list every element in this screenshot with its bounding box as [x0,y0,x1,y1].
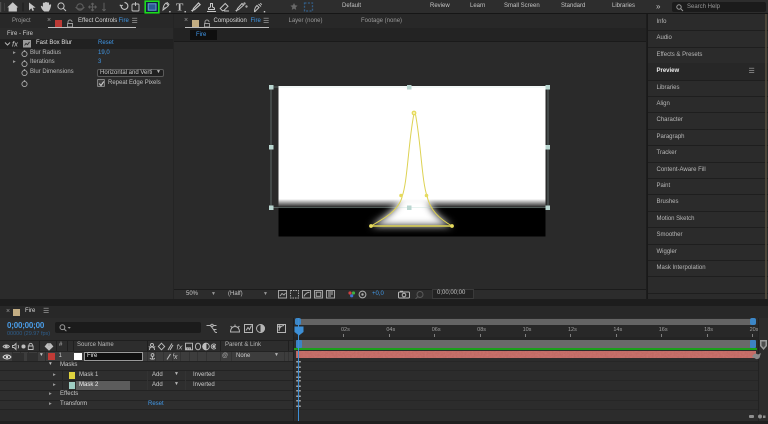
svg-text:T: T [176,2,184,14]
svg-text:fx: fx [177,342,183,351]
svg-text:fx: fx [12,40,18,49]
svg-text:fx: fx [172,354,178,360]
